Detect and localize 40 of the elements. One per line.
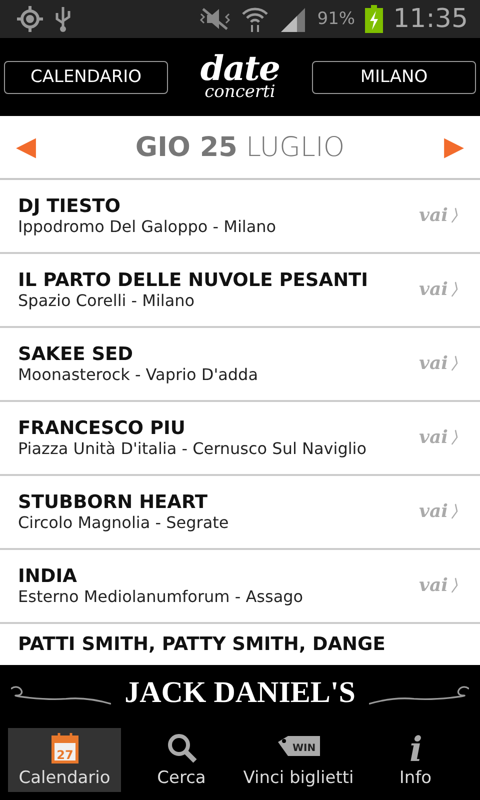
- previous-day-button[interactable]: ◀: [16, 134, 36, 160]
- tab[interactable]: Cerca: [125, 728, 238, 792]
- next-day-button[interactable]: ▶: [444, 134, 464, 160]
- usb-icon: [54, 5, 72, 33]
- event-venue: Ippodromo Del Galoppo - Milano: [18, 217, 278, 236]
- event-venue: Piazza Unità D'italia - Cernusco Sul Naviglio: [18, 439, 368, 458]
- clock: 11:35: [393, 4, 468, 34]
- battery-charging-icon: [365, 5, 384, 33]
- search-icon: [166, 732, 198, 764]
- gps-icon: [16, 5, 44, 33]
- signal-icon: [279, 6, 308, 32]
- event-title: PATTI SMITH, PATTY SMITH, DANGE: [18, 634, 386, 655]
- event-title: INDIA: [18, 566, 78, 587]
- event-title: IL PARTO DELLE NUVOLE PESANTI: [18, 270, 370, 291]
- city-button[interactable]: MILANO: [312, 60, 476, 94]
- event-title: STUBBORN HEART: [18, 492, 209, 513]
- event-title: DJ TIESTO: [18, 196, 122, 217]
- go-link[interactable]: vai〉: [419, 575, 466, 597]
- go-link[interactable]: vai〉: [419, 427, 466, 449]
- info-icon: i: [406, 730, 426, 764]
- event-title: SAKEE SED: [18, 344, 134, 365]
- mute-icon: [199, 6, 232, 32]
- event-title: FRANCESCO PIU: [18, 418, 186, 439]
- calendar-button[interactable]: CALENDARIO: [4, 60, 168, 94]
- go-link[interactable]: vai〉: [419, 205, 466, 227]
- tab[interactable]: i Info: [359, 728, 472, 792]
- current-date: GIO 25 LUGLIO: [135, 132, 345, 162]
- go-link[interactable]: vai〉: [419, 279, 466, 301]
- sponsor-logo: JACK DANIEL'S: [124, 676, 356, 710]
- event-venue: Spazio Corelli - Milano: [18, 291, 196, 310]
- tab[interactable]: WIN Vinci biglietti: [242, 728, 355, 792]
- event-venue: Esterno Mediolanumforum - Assago: [18, 587, 304, 606]
- battery-percentage: 91%: [317, 9, 356, 29]
- wifi-icon: [241, 5, 270, 33]
- go-link[interactable]: vai〉: [419, 353, 466, 375]
- tab[interactable]: 27 Calendario: [8, 728, 121, 792]
- go-link[interactable]: vai〉: [419, 501, 466, 523]
- event-venue: Moonasterock - Vaprio D'adda: [18, 365, 260, 384]
- event-venue: Circolo Magnolia - Segrate: [18, 513, 230, 532]
- app-logo: date concerti: [200, 54, 280, 100]
